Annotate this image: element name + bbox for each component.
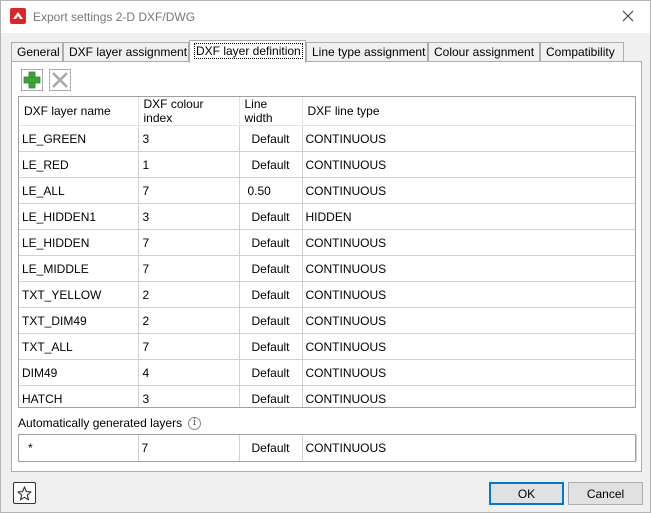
column-header-line-type[interactable]: DXF line type: [302, 97, 635, 126]
tab-label: DXF layer definition: [194, 43, 303, 59]
cell-layer-name[interactable]: LE_ALL: [19, 177, 139, 204]
cell-line-type[interactable]: CONTINUOUS: [302, 333, 635, 360]
layer-definition-grid: DXF layer name DXF colour index Line wid…: [18, 96, 636, 408]
table-row[interactable]: LE_ALL 7 0.50 CONTINUOUS: [19, 177, 635, 204]
cell-line-type[interactable]: CONTINUOUS: [302, 385, 635, 407]
dialog-window: Export settings 2-D DXF/DWG General DXF …: [0, 0, 651, 513]
tab-label: Colour assignment: [434, 45, 535, 59]
cell-line-width[interactable]: Default: [239, 255, 303, 282]
cell-line-width[interactable]: Default: [239, 151, 303, 178]
cell-layer-name[interactable]: DIM49: [19, 359, 139, 386]
column-header-colour-index[interactable]: DXF colour index: [138, 97, 240, 126]
tab-dxf-layer-definition[interactable]: DXF layer definition: [189, 40, 306, 63]
tab-label: General: [17, 45, 60, 59]
cell-line-width[interactable]: Default: [239, 359, 303, 386]
grid-header-row: DXF layer name DXF colour index Line wid…: [19, 97, 635, 126]
table-row[interactable]: * 7 Default CONTINUOUS: [19, 435, 637, 461]
auto-layers-label: Automatically generated layers i: [18, 416, 202, 430]
cell-layer-name[interactable]: TXT_DIM49: [19, 307, 139, 334]
tab-dxf-layer-assignment[interactable]: DXF layer assignment: [63, 42, 189, 62]
cell-layer-name[interactable]: LE_MIDDLE: [19, 255, 139, 282]
cell-line-type[interactable]: CONTINUOUS: [302, 359, 635, 386]
tab-label: Line type assignment: [312, 45, 426, 59]
column-header-layer-name[interactable]: DXF layer name: [19, 97, 139, 126]
table-row[interactable]: HATCH 3 Default CONTINUOUS: [19, 385, 635, 407]
tab-colour-assignment[interactable]: Colour assignment: [428, 42, 540, 62]
table-row[interactable]: TXT_DIM49 2 Default CONTINUOUS: [19, 307, 635, 334]
ok-button[interactable]: OK: [489, 482, 564, 505]
table-row[interactable]: TXT_ALL 7 Default CONTINUOUS: [19, 333, 635, 360]
cell-line-width[interactable]: Default: [239, 385, 303, 407]
table-row[interactable]: DIM49 4 Default CONTINUOUS: [19, 359, 635, 386]
cell-colour-index[interactable]: 1: [138, 151, 240, 178]
plus-icon: [23, 71, 41, 89]
cell-line-type[interactable]: CONTINUOUS: [302, 307, 635, 334]
cell-layer-name[interactable]: LE_GREEN: [19, 125, 139, 152]
close-icon: [622, 10, 634, 22]
cell-colour-index[interactable]: 4: [138, 359, 240, 386]
cell-line-type[interactable]: CONTINUOUS: [302, 281, 635, 308]
auto-layers-label-text: Automatically generated layers: [18, 416, 183, 430]
table-row[interactable]: TXT_YELLOW 2 Default CONTINUOUS: [19, 281, 635, 308]
cell-colour-index[interactable]: 3: [138, 385, 240, 407]
cell-layer-name[interactable]: *: [19, 435, 139, 461]
cell-line-width[interactable]: Default: [239, 229, 303, 256]
delete-layer-button[interactable]: [49, 69, 71, 91]
cell-line-width[interactable]: Default: [239, 307, 303, 334]
cell-layer-name[interactable]: LE_HIDDEN1: [19, 203, 139, 230]
tab-label: DXF layer assignment: [69, 45, 188, 59]
cell-colour-index[interactable]: 7: [138, 229, 240, 256]
cell-line-width[interactable]: 0.50: [239, 177, 303, 204]
cell-line-width[interactable]: Default: [239, 125, 303, 152]
cell-colour-index[interactable]: 7: [138, 435, 240, 461]
tab-strip: General DXF layer assignment DXF layer d…: [11, 40, 641, 63]
table-row[interactable]: LE_RED 1 Default CONTINUOUS: [19, 151, 635, 178]
tab-panel-dxf-layer-definition: DXF layer name DXF colour index Line wid…: [11, 61, 642, 472]
cell-line-type[interactable]: CONTINUOUS: [302, 151, 635, 178]
x-icon: [52, 72, 68, 88]
cell-line-width[interactable]: Default: [239, 203, 303, 230]
add-layer-button[interactable]: [21, 69, 43, 91]
app-logo-icon: [10, 8, 26, 24]
title-bar: Export settings 2-D DXF/DWG: [1, 1, 650, 33]
cell-colour-index[interactable]: 3: [138, 203, 240, 230]
cell-colour-index[interactable]: 2: [138, 307, 240, 334]
cell-line-width[interactable]: Default: [239, 333, 303, 360]
window-title: Export settings 2-D DXF/DWG: [33, 10, 196, 24]
tab-general[interactable]: General: [11, 42, 63, 62]
cell-colour-index[interactable]: 7: [138, 255, 240, 282]
cell-line-type[interactable]: CONTINUOUS: [302, 435, 637, 461]
table-row[interactable]: LE_HIDDEN1 3 Default HIDDEN: [19, 203, 635, 230]
close-button[interactable]: [608, 1, 648, 31]
table-row[interactable]: LE_HIDDEN 7 Default CONTINUOUS: [19, 229, 635, 256]
cell-layer-name[interactable]: LE_HIDDEN: [19, 229, 139, 256]
cell-colour-index[interactable]: 7: [138, 177, 240, 204]
star-icon: [17, 485, 32, 500]
cell-line-type[interactable]: CONTINUOUS: [302, 177, 635, 204]
cell-colour-index[interactable]: 3: [138, 125, 240, 152]
cell-line-width[interactable]: Default: [239, 435, 303, 461]
cell-layer-name[interactable]: TXT_YELLOW: [19, 281, 139, 308]
cell-line-width[interactable]: Default: [239, 281, 303, 308]
cell-layer-name[interactable]: TXT_ALL: [19, 333, 139, 360]
info-icon[interactable]: i: [188, 416, 202, 430]
cancel-button[interactable]: Cancel: [568, 482, 643, 505]
auto-layers-grid: * 7 Default CONTINUOUS: [18, 434, 637, 462]
cell-colour-index[interactable]: 2: [138, 281, 240, 308]
tab-line-type-assignment[interactable]: Line type assignment: [306, 42, 428, 62]
favorites-button[interactable]: [13, 482, 36, 504]
column-header-line-width[interactable]: Line width: [239, 97, 303, 126]
cell-layer-name[interactable]: LE_RED: [19, 151, 139, 178]
tab-label: Compatibility: [546, 45, 615, 59]
cell-line-type[interactable]: HIDDEN: [302, 203, 635, 230]
cell-layer-name[interactable]: HATCH: [19, 385, 139, 407]
tab-compatibility[interactable]: Compatibility: [540, 42, 624, 62]
cell-colour-index[interactable]: 7: [138, 333, 240, 360]
table-row[interactable]: LE_MIDDLE 7 Default CONTINUOUS: [19, 255, 635, 282]
cell-line-type[interactable]: CONTINUOUS: [302, 255, 635, 282]
cell-line-type[interactable]: CONTINUOUS: [302, 229, 635, 256]
cell-line-type[interactable]: CONTINUOUS: [302, 125, 635, 152]
table-row[interactable]: LE_GREEN 3 Default CONTINUOUS: [19, 125, 635, 152]
